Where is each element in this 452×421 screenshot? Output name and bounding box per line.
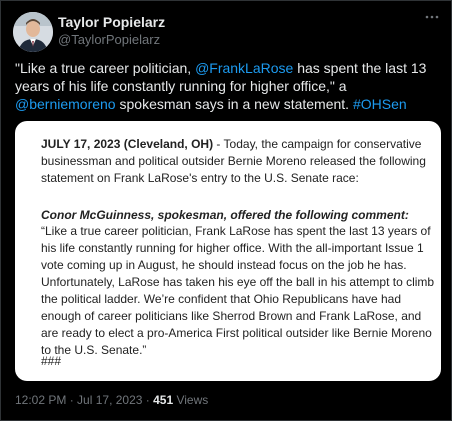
avatar-image bbox=[13, 12, 53, 52]
tweet-date-link[interactable]: Jul 17, 2023 bbox=[77, 393, 142, 407]
quote-attribution: Conor McGuinness, spokesman, offered the… bbox=[41, 208, 409, 222]
mention-berniemoreno-link[interactable]: @berniemoreno bbox=[15, 96, 116, 112]
avatar[interactable] bbox=[13, 12, 53, 52]
views-count: 451 bbox=[153, 393, 174, 407]
tweet-meta: 12:02 PM · Jul 17, 2023 · 451 Views bbox=[15, 393, 208, 407]
author-handle[interactable]: @TaylorPopielarz bbox=[58, 32, 160, 47]
end-mark: ### bbox=[41, 354, 62, 368]
more-horizontal-icon[interactable] bbox=[424, 11, 440, 31]
statement-intro: JULY 17, 2023 (Cleveland, OH) - Today, t… bbox=[41, 136, 441, 187]
more-icon-glyph bbox=[425, 15, 439, 19]
meta-separator: · bbox=[66, 393, 78, 407]
mention-franklarose-link[interactable]: @FrankLaRose bbox=[195, 60, 293, 76]
meta-separator-2: · bbox=[142, 393, 154, 407]
tweet-container: Taylor Popielarz @TaylorPopielarz "Like … bbox=[0, 0, 452, 421]
tweet-text-start: "Like a true career politician, bbox=[15, 60, 196, 76]
author-name[interactable]: Taylor Popielarz bbox=[58, 14, 165, 30]
quote-body: “Like a true career politician, Frank La… bbox=[41, 224, 435, 357]
tweet-text-end: spokesman says in a new statement. bbox=[115, 96, 353, 112]
tweet-time-link[interactable]: 12:02 PM bbox=[15, 393, 66, 407]
statement-image[interactable]: JULY 17, 2023 (Cleveland, OH) - Today, t… bbox=[15, 121, 441, 381]
views-label: Views bbox=[173, 393, 209, 407]
statement-dateline: JULY 17, 2023 (Cleveland, OH) bbox=[41, 137, 214, 151]
hashtag-ohsen-link[interactable]: #OHSen bbox=[353, 96, 407, 112]
tweet-text: "Like a true career politician, @FrankLa… bbox=[15, 59, 443, 113]
